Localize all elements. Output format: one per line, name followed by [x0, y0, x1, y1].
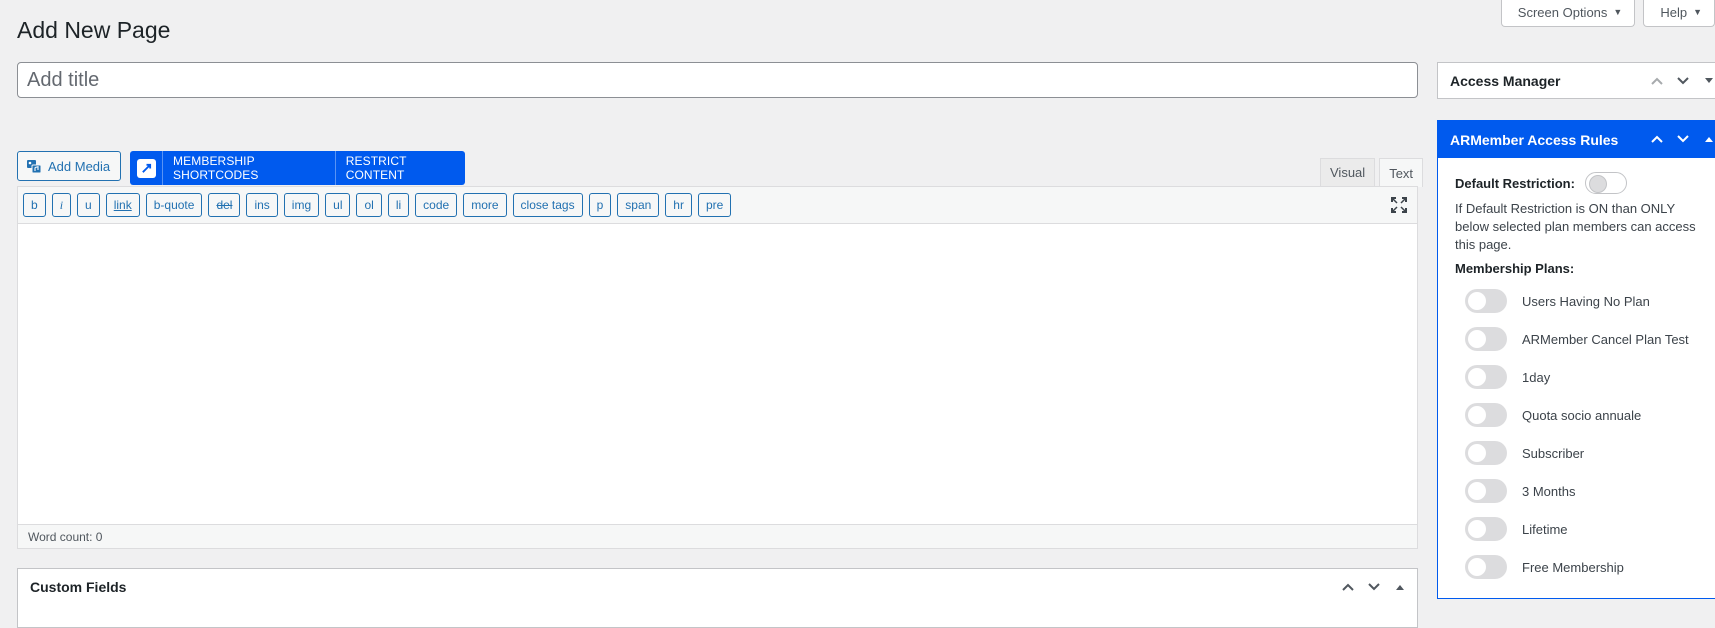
default-restriction-row: Default Restriction: — [1455, 172, 1715, 194]
chevron-down-icon[interactable] — [1363, 576, 1385, 598]
armember-logo[interactable] — [130, 151, 164, 185]
plan-item: 1day — [1455, 358, 1715, 396]
plan-toggle[interactable] — [1465, 441, 1507, 465]
armember-toolbar: MEMBERSHIP SHORTCODES RESTRICT CONTENT — [130, 151, 465, 185]
qt-ol-button[interactable]: ol — [356, 193, 382, 217]
qt-p-button[interactable]: p — [588, 193, 612, 217]
qt-img-button[interactable]: img — [283, 193, 320, 217]
qt-code-button[interactable]: code — [415, 193, 458, 217]
plan-item: Quota socio annuale — [1455, 396, 1715, 434]
armember-access-rules-body: Default Restriction: If Default Restrict… — [1438, 158, 1715, 586]
plan-item: Free Membership — [1455, 548, 1715, 586]
qt-link-button[interactable]: link — [105, 193, 140, 217]
page-title: Add New Page — [17, 17, 171, 43]
restrict-content-button[interactable]: RESTRICT CONTENT — [334, 151, 465, 185]
qt-blockquote-button[interactable]: b-quote — [145, 193, 203, 217]
membership-shortcodes-button[interactable]: MEMBERSHIP SHORTCODES — [163, 151, 335, 185]
qt-ins-button[interactable]: ins — [246, 193, 278, 217]
chevron-up-icon[interactable] — [1646, 70, 1668, 92]
text-editor: b i u link b-quote del ins img ul ol li … — [17, 186, 1418, 549]
plan-item: Subscriber — [1455, 434, 1715, 472]
plan-label: Subscriber — [1522, 445, 1585, 461]
chevron-up-icon[interactable] — [1337, 576, 1359, 598]
armember-access-rules-box: ARMember Access Rules Default Restrictio… — [1437, 120, 1715, 599]
fullscreen-icon[interactable] — [1391, 197, 1407, 213]
qt-close-tags-button[interactable]: close tags — [512, 193, 583, 217]
plan-item: ARMember Cancel Plan Test — [1455, 320, 1715, 358]
chevron-down-icon[interactable] — [1672, 128, 1694, 150]
membership-plans-label: Membership Plans: — [1455, 261, 1575, 276]
access-manager-title: Access Manager — [1450, 73, 1561, 89]
caret-down-icon: ▼ — [1693, 7, 1702, 17]
plan-toggle[interactable] — [1465, 555, 1507, 579]
plan-item: Lifetime — [1455, 510, 1715, 548]
default-restriction-description: If Default Restriction is ON than ONLY b… — [1455, 201, 1696, 252]
quicktags-toolbar: b i u link b-quote del ins img ul ol li … — [18, 187, 1417, 224]
armember-access-rules-title: ARMember Access Rules — [1450, 131, 1619, 148]
plan-toggle[interactable] — [1465, 403, 1507, 427]
plan-toggle[interactable] — [1465, 517, 1507, 541]
qt-li-button[interactable]: li — [387, 193, 410, 217]
chevron-up-icon[interactable] — [1646, 128, 1668, 150]
plan-item: 3 Months — [1455, 472, 1715, 510]
editor-tabs: Visual Text — [1320, 158, 1424, 187]
default-restriction-label: Default Restriction: — [1455, 175, 1575, 191]
plan-label: Lifetime — [1522, 521, 1568, 537]
qt-span-button[interactable]: span — [617, 193, 660, 217]
plan-toggle[interactable] — [1465, 479, 1507, 503]
custom-fields-title: Custom Fields — [30, 579, 127, 595]
custom-fields-header: Custom Fields — [18, 569, 1417, 605]
membership-plans-list: Users Having No Plan ARMember Cancel Pla… — [1455, 282, 1715, 586]
collapse-toggle-icon[interactable] — [1389, 576, 1411, 598]
tab-text[interactable]: Text — [1379, 158, 1424, 187]
qt-more-button[interactable]: more — [463, 193, 507, 217]
caret-down-icon: ▼ — [1613, 7, 1623, 17]
plan-label: Free Membership — [1522, 559, 1624, 575]
plan-toggle[interactable] — [1465, 327, 1507, 351]
word-count: Word count: 0 — [18, 524, 1417, 548]
plan-item: Users Having No Plan — [1455, 282, 1715, 320]
plan-toggle[interactable] — [1465, 365, 1507, 389]
screen-meta: Screen Options ▼ Help ▼ — [1500, 0, 1715, 27]
plan-label: Quota socio annuale — [1522, 407, 1642, 423]
add-media-button[interactable]: Add Media — [17, 151, 121, 181]
qt-hr-button[interactable]: hr — [665, 193, 692, 217]
tab-visual[interactable]: Visual — [1320, 158, 1376, 186]
content-textarea[interactable] — [18, 224, 1417, 525]
qt-bold-button[interactable]: b — [23, 193, 46, 217]
help-label: Help — [1660, 4, 1688, 20]
plan-label: 1day — [1522, 369, 1551, 385]
add-media-label: Add Media — [48, 158, 111, 174]
qt-italic-button[interactable]: i — [51, 193, 72, 217]
media-icon — [27, 160, 42, 174]
collapse-toggle-icon[interactable] — [1698, 128, 1715, 150]
access-manager-box: Access Manager — [1437, 62, 1715, 99]
qt-pre-button[interactable]: pre — [697, 193, 732, 217]
plan-toggle[interactable] — [1465, 289, 1507, 313]
title-input[interactable] — [17, 62, 1418, 98]
help-button[interactable]: Help ▼ — [1643, 0, 1715, 27]
plan-label: 3 Months — [1522, 483, 1576, 499]
chevron-down-icon[interactable] — [1672, 70, 1694, 92]
access-manager-header: Access Manager — [1438, 63, 1715, 99]
screen-options-label: Screen Options — [1517, 4, 1608, 20]
qt-del-button[interactable]: del — [208, 193, 241, 217]
armember-logo-icon — [136, 158, 156, 178]
screen-options-button[interactable]: Screen Options ▼ — [1500, 0, 1636, 27]
plan-label: ARMember Cancel Plan Test — [1522, 331, 1689, 347]
expand-toggle-icon[interactable] — [1698, 70, 1715, 92]
armember-access-rules-header: ARMember Access Rules — [1438, 121, 1715, 158]
qt-underline-button[interactable]: u — [77, 193, 100, 217]
default-restriction-toggle[interactable] — [1584, 172, 1627, 194]
plan-label: Users Having No Plan — [1522, 293, 1650, 309]
qt-ul-button[interactable]: ul — [325, 193, 351, 217]
custom-fields-box: Custom Fields — [17, 568, 1418, 628]
